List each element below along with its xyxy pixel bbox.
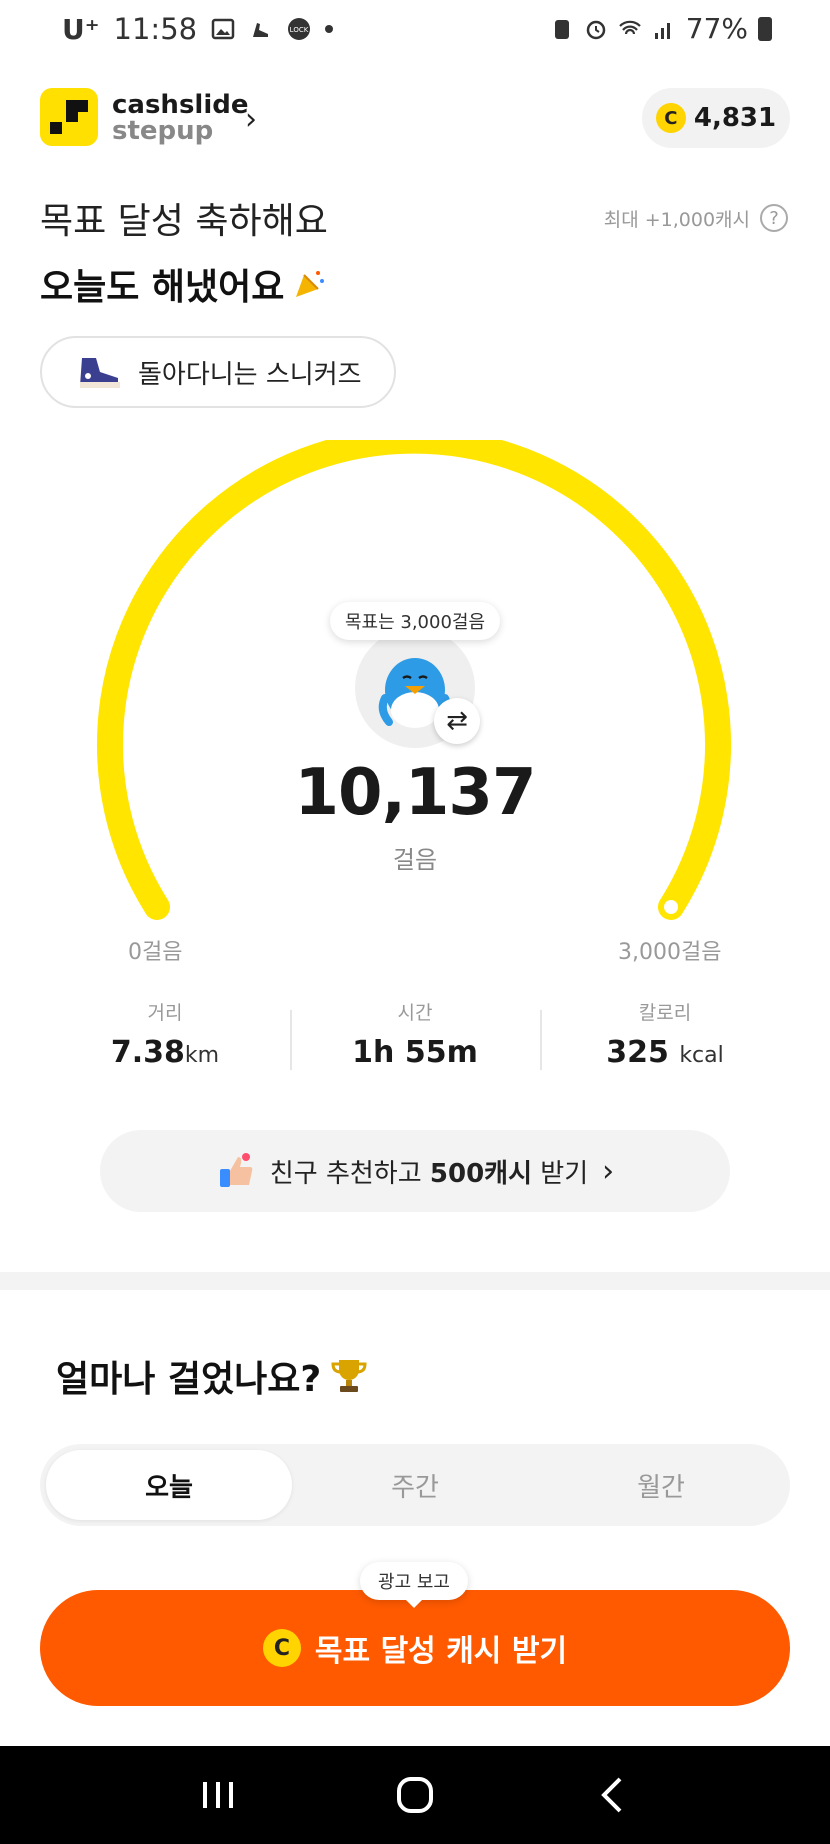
help-icon[interactable]: ?: [760, 204, 788, 232]
headline-done: 오늘도 해냈어요: [40, 258, 326, 310]
svg-text:LOCK: LOCK: [290, 26, 309, 34]
referral-prefix: 친구 추천하고: [269, 1158, 430, 1189]
referral-suffix: 받기: [532, 1158, 589, 1189]
headline-done-text: 오늘도 해냈어요: [40, 267, 285, 308]
stat-unit: kcal: [679, 1043, 724, 1068]
image-icon: [211, 18, 235, 40]
stat-label: 거리: [147, 1002, 183, 1024]
referral-banner[interactable]: 친구 추천하고 500캐시 받기 ›: [100, 1130, 730, 1212]
signal-icon: [654, 22, 670, 39]
step-unit: 걸음: [392, 846, 438, 874]
party-popper-icon: [296, 271, 325, 297]
referral-text: 친구 추천하고 500캐시 받기: [270, 1153, 588, 1190]
section-title-text: 얼마나 걸었나요?: [56, 1359, 322, 1400]
home-icon[interactable]: [385, 1765, 445, 1825]
trophy-icon: [331, 1360, 367, 1392]
battery-percent: 77%: [685, 12, 748, 45]
stat-calories: 칼로리 325 kcal: [540, 998, 790, 1078]
dot-icon: [325, 25, 334, 33]
stat-label: 칼로리: [638, 1002, 692, 1024]
points-value: 4,831: [693, 103, 777, 133]
system-nav-bar: [0, 1746, 830, 1844]
cashslide-logo-icon[interactable]: [40, 88, 98, 146]
swap-icon[interactable]: ⇄: [434, 698, 480, 744]
stats-row: 거리 7.38km 시간 1h 55m 칼로리 325 kcal: [40, 998, 790, 1078]
section-divider: [0, 1272, 830, 1290]
thumbs-up-icon: [219, 1153, 253, 1187]
back-icon[interactable]: [582, 1765, 642, 1825]
coin-icon: C: [262, 1629, 301, 1667]
stat-number: 7.38: [110, 1035, 185, 1070]
period-tabs: 오늘 주간 월간: [40, 1444, 790, 1526]
gauge-end-marker: [664, 900, 678, 914]
carrier-label: U⁺: [62, 12, 100, 46]
stat-value: 325 kcal: [540, 1035, 790, 1070]
brand-link[interactable]: cashslide stepup: [112, 92, 249, 144]
max-reward-text: 최대 +1,000캐시: [603, 208, 750, 231]
wifi-icon: [618, 20, 641, 34]
recent-apps-icon[interactable]: [188, 1765, 248, 1825]
coin-icon: C: [655, 103, 686, 133]
stat-unit: km: [184, 1043, 220, 1068]
stat-value: 1h 55m: [290, 1035, 540, 1070]
chevron-right-icon[interactable]: ›: [245, 102, 257, 137]
stat-distance: 거리 7.38km: [40, 998, 290, 1078]
stat-number: 325: [606, 1035, 669, 1070]
status-left: U⁺ 11:58 LOCK: [62, 12, 334, 46]
sneaker-label: 돌아다니는 스니커즈: [138, 359, 362, 390]
lock-app-icon: LOCK: [288, 18, 311, 40]
brand-name: cashslide: [112, 90, 249, 120]
stat-number: 1h 55m: [352, 1035, 478, 1070]
claim-cash-label: 목표 달성 캐시 받기: [314, 1634, 568, 1669]
stat-value: 7.38km: [40, 1035, 290, 1070]
tab-today[interactable]: 오늘: [46, 1450, 292, 1520]
clock: 11:58: [113, 12, 198, 46]
points-balance[interactable]: C 4,831: [642, 88, 790, 148]
ad-bubble: 광고 보고: [360, 1562, 468, 1608]
gauge-max-label: 3,000걸음: [618, 940, 722, 965]
sneaker-chip[interactable]: 돌아다니는 스니커즈: [40, 336, 396, 408]
stat-label: 시간: [397, 1002, 433, 1024]
gauge-min-label: 0걸음: [128, 940, 183, 965]
max-reward[interactable]: 최대 +1,000캐시 ?: [604, 204, 788, 232]
app-header: cashslide stepup › C 4,831: [40, 88, 790, 148]
sneaker-icon: [80, 358, 120, 388]
alarm-icon: [586, 20, 606, 39]
brand-sub: stepup: [112, 116, 214, 146]
chevron-right-icon: ›: [602, 1153, 615, 1189]
battery-icon: [758, 16, 772, 41]
stat-time: 시간 1h 55m: [290, 998, 540, 1078]
step-count: 10,137: [294, 756, 537, 830]
referral-highlight: 500캐시: [429, 1158, 533, 1189]
tab-weekly[interactable]: 주간: [292, 1450, 538, 1520]
status-right: 77%: [550, 12, 772, 45]
status-bar: U⁺ 11:58 LOCK 77%: [0, 0, 830, 62]
tab-monthly[interactable]: 월간: [538, 1450, 784, 1520]
recycle-icon: [554, 19, 569, 39]
goal-bubble: 목표는 3,000걸음: [330, 602, 500, 640]
sneaker-icon: [253, 23, 269, 37]
section-title: 얼마나 걸었나요?: [56, 1350, 367, 1402]
headline-congrats: 목표 달성 축하해요: [40, 201, 328, 242]
